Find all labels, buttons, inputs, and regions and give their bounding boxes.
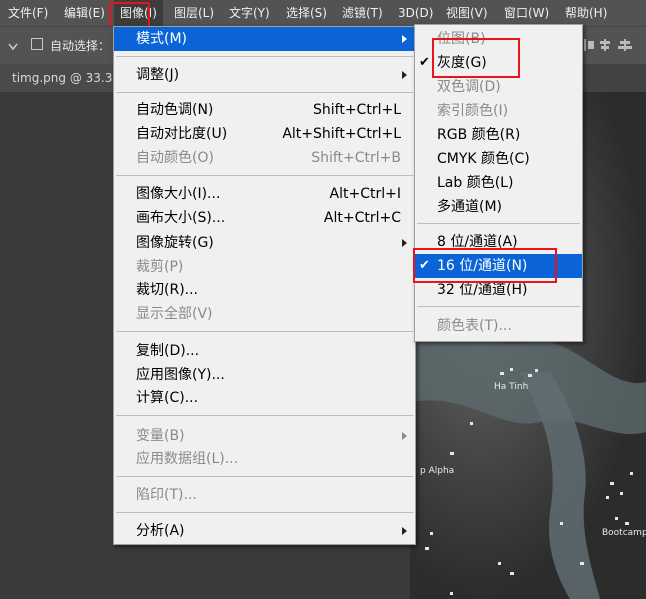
submenu-item-duotone: 双色调(D) bbox=[437, 79, 501, 95]
auto-select-label: 自动选择： bbox=[50, 39, 111, 53]
menu-item-auto-tone[interactable]: 自动色调(N) Shift+Ctrl+L bbox=[114, 98, 415, 122]
menu-window[interactable]: 窗口(W) bbox=[504, 0, 549, 26]
menu-3d[interactable]: 3D(D) bbox=[398, 0, 433, 26]
submenu-item-cmyk[interactable]: CMYK 颜色(C) bbox=[415, 147, 582, 171]
menu-item-reveal-all: 显示全部(V) bbox=[136, 306, 213, 322]
separator bbox=[417, 306, 580, 307]
menu-item-auto-contrast[interactable]: 自动对比度(U) Alt+Shift+Ctrl+L bbox=[114, 122, 415, 146]
submenu-arrow-icon bbox=[402, 527, 407, 535]
submenu-arrow-icon bbox=[402, 35, 407, 43]
menu-filter[interactable]: 滤镜(T) bbox=[342, 0, 383, 26]
submenu-arrow-icon bbox=[402, 71, 407, 79]
menu-item-image-size[interactable]: 图像大小(I)... Alt+Ctrl+I bbox=[114, 182, 415, 206]
submenu-arrow-icon bbox=[402, 239, 407, 247]
menu-item-duplicate[interactable]: 复制(D)... bbox=[114, 339, 415, 363]
annotation-box-grayscale bbox=[432, 38, 520, 78]
menu-item-adjust[interactable]: 调整(J) bbox=[114, 63, 415, 87]
menu-edit[interactable]: 编辑(E) bbox=[64, 0, 105, 26]
submenu-item-rgb[interactable]: RGB 颜色(R) bbox=[415, 123, 582, 147]
separator bbox=[116, 415, 413, 416]
menu-item-apply-image[interactable]: 应用图像(Y)... bbox=[114, 363, 415, 387]
menu-file[interactable]: 文件(F) bbox=[8, 0, 48, 26]
menu-item-image-rotation[interactable]: 图像旋转(G) bbox=[114, 231, 415, 255]
separator bbox=[417, 223, 580, 224]
move-tool-dropdown-icon[interactable] bbox=[6, 39, 20, 53]
submenu-item-lab[interactable]: Lab 颜色(L) bbox=[415, 171, 582, 195]
map-label-bootcamp: Bootcamp bbox=[602, 528, 646, 538]
menu-help[interactable]: 帮助(H) bbox=[565, 0, 607, 26]
menu-item-crop: 裁剪(P) bbox=[136, 259, 184, 275]
separator bbox=[116, 476, 413, 477]
map-label-alpha: p Alpha bbox=[420, 466, 455, 476]
separator bbox=[116, 92, 413, 93]
menu-item-analysis[interactable]: 分析(A) bbox=[114, 519, 415, 543]
menu-type[interactable]: 文字(Y) bbox=[229, 0, 270, 26]
menu-item-calculations[interactable]: 计算(C)... bbox=[114, 386, 415, 410]
menu-item-trap: 陷印(T)... bbox=[136, 487, 197, 503]
auto-select-checkbox[interactable] bbox=[31, 38, 43, 50]
document-tab[interactable]: timg.png @ 33.3% bbox=[0, 64, 128, 92]
submenu-item-color-table: 颜色表(T)... bbox=[437, 318, 512, 334]
menu-layer[interactable]: 图层(L) bbox=[174, 0, 214, 26]
menu-bar: 文件(F) 编辑(E) 图像(I) 图层(L) 文字(Y) 选择(S) 滤镜(T… bbox=[0, 0, 646, 26]
annotation-box-16bit bbox=[413, 248, 557, 283]
menu-item-apply-data-set: 应用数据组(L)... bbox=[136, 451, 239, 467]
menu-item-mode[interactable]: 模式(M) bbox=[114, 27, 415, 51]
check-icon: ✔ bbox=[419, 55, 430, 70]
map-label-ha-tinh: Ha Tinh bbox=[494, 382, 529, 392]
menu-item-variables: 变量(B) bbox=[114, 424, 415, 448]
separator bbox=[116, 331, 413, 332]
align-icons[interactable] bbox=[582, 35, 642, 55]
menu-select[interactable]: 选择(S) bbox=[286, 0, 327, 26]
separator bbox=[116, 512, 413, 513]
submenu-item-indexed-color: 索引颜色(I) bbox=[437, 103, 509, 119]
separator bbox=[116, 175, 413, 176]
menu-item-canvas-size[interactable]: 画布大小(S)... Alt+Ctrl+C bbox=[114, 206, 415, 230]
separator bbox=[116, 56, 413, 57]
image-menu: 模式(M) 调整(J) 自动色调(N) Shift+Ctrl+L 自动对比度(U)… bbox=[113, 26, 416, 545]
submenu-arrow-icon bbox=[402, 432, 407, 440]
menu-item-auto-color: 自动颜色(O) Shift+Ctrl+B bbox=[136, 150, 401, 166]
submenu-item-multichannel[interactable]: 多通道(M) bbox=[415, 195, 582, 219]
menu-item-trim[interactable]: 裁切(R)... bbox=[114, 278, 415, 302]
menu-view[interactable]: 视图(V) bbox=[446, 0, 488, 26]
